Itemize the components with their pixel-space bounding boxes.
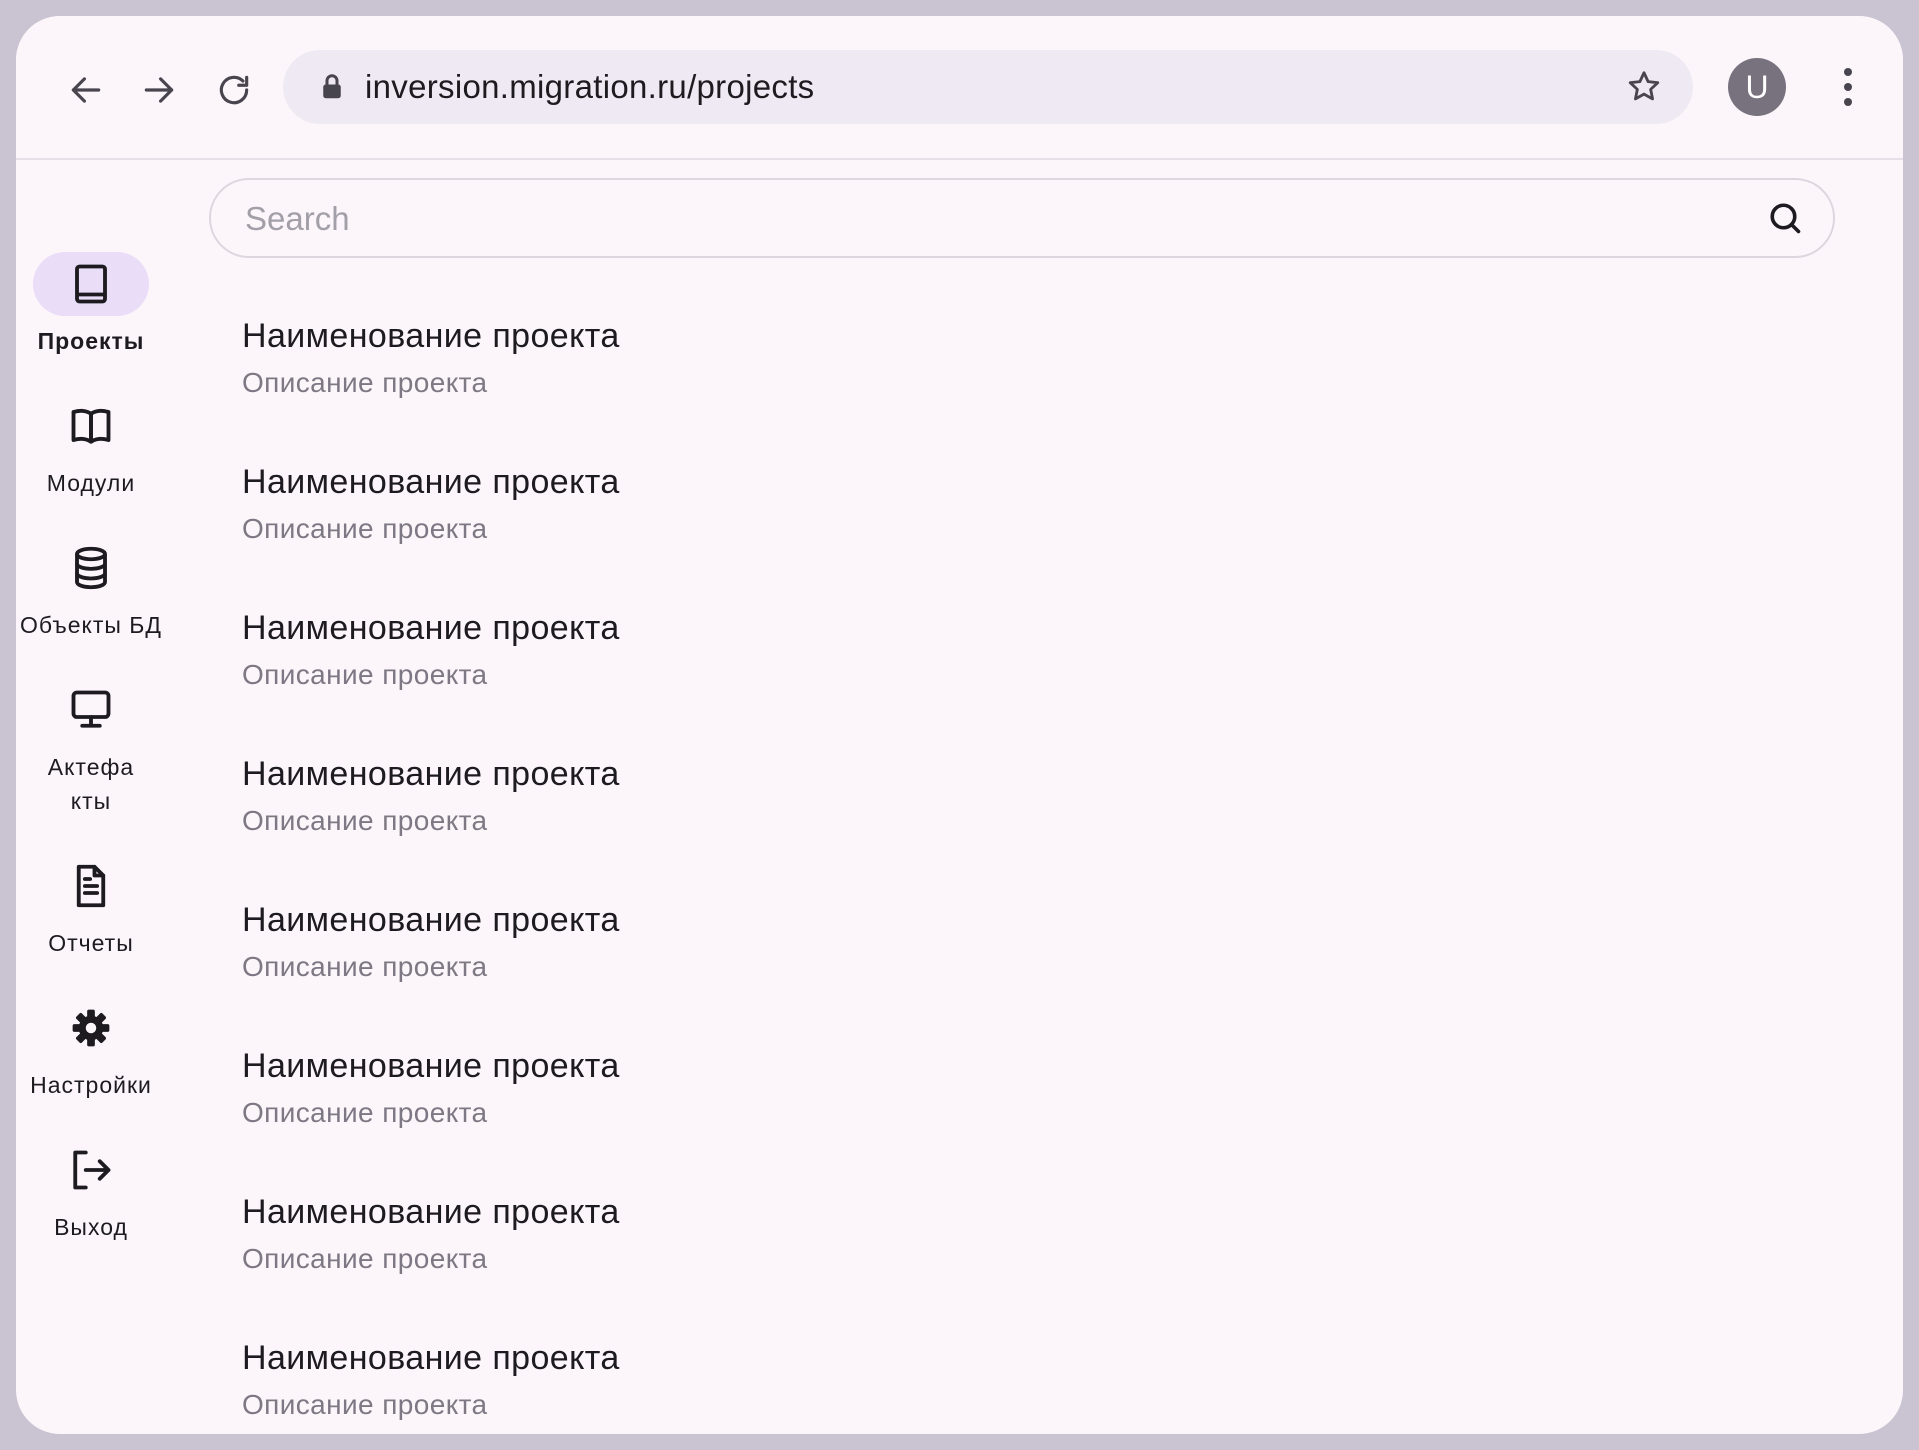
address-bar[interactable]: inversion.migration.ru/projects <box>283 50 1693 124</box>
database-icon <box>75 546 107 590</box>
project-item[interactable]: Наименование проекта Описание проекта <box>242 1192 1842 1338</box>
project-item[interactable]: Наименование проекта Описание проекта <box>242 1338 1842 1434</box>
navigation-rail: Проекты Модули Объекты БД Актефа кты Отч… <box>16 160 176 1434</box>
project-list: Наименование проекта Описание проекта На… <box>242 316 1842 1434</box>
project-description: Описание проекта <box>242 1389 488 1420</box>
nav-label: Актефа кты <box>47 754 135 814</box>
nav-label: Настройки <box>30 1072 152 1098</box>
nav-icon-container <box>33 394 149 458</box>
search-icon[interactable] <box>1767 200 1803 236</box>
reload-icon <box>219 75 249 105</box>
back-button[interactable] <box>58 62 114 118</box>
nav-item-projects[interactable]: Проекты <box>16 252 166 358</box>
browser-window: inversion.migration.ru/projects U Проект… <box>16 16 1903 1434</box>
reload-button[interactable] <box>206 62 262 118</box>
project-title: Наименование проекта <box>242 1193 620 1231</box>
url-text[interactable]: inversion.migration.ru/projects <box>365 50 814 124</box>
lock-icon <box>323 74 341 99</box>
project-description: Описание проекта <box>242 513 488 544</box>
nav-icon-container <box>33 252 149 316</box>
forward-button[interactable] <box>131 62 187 118</box>
logout-icon <box>73 1150 111 1190</box>
more-vertical-icon[interactable] <box>1838 66 1858 108</box>
project-description: Описание проекта <box>242 1097 488 1128</box>
nav-label: Проекты <box>37 328 145 354</box>
search-input[interactable] <box>243 180 1727 258</box>
project-title: Наименование проекта <box>242 901 620 939</box>
monitor-icon <box>71 690 111 728</box>
search-bar <box>209 178 1835 258</box>
nav-item-db-objects[interactable]: Объекты БД <box>16 536 166 642</box>
browser-toolbar: inversion.migration.ru/projects U <box>16 16 1903 160</box>
book-icon <box>75 264 107 304</box>
project-item[interactable]: Наименование проекта Описание проекта <box>242 462 1842 608</box>
nav-icon-container <box>33 536 149 600</box>
gear-icon <box>72 1009 110 1047</box>
project-title: Наименование проекта <box>242 1339 620 1377</box>
project-description: Описание проекта <box>242 367 488 398</box>
open-book-icon <box>71 408 111 444</box>
nav-icon-container <box>33 996 149 1060</box>
nav-label: Отчеты <box>48 930 134 956</box>
document-icon <box>76 864 106 908</box>
project-title: Наименование проекта <box>242 317 620 355</box>
nav-label: Объекты БД <box>20 612 162 638</box>
project-item[interactable]: Наименование проекта Описание проекта <box>242 316 1842 462</box>
project-title: Наименование проекта <box>242 609 620 647</box>
star-icon[interactable] <box>1625 68 1663 106</box>
arrow-left-icon <box>71 77 101 103</box>
nav-icon-container <box>33 678 149 742</box>
project-title: Наименование проекта <box>242 755 620 793</box>
nav-icon-container <box>33 1138 149 1202</box>
avatar[interactable]: U <box>1728 58 1786 116</box>
project-title: Наименование проекта <box>242 463 620 501</box>
project-item[interactable]: Наименование проекта Описание проекта <box>242 608 1842 754</box>
project-description: Описание проекта <box>242 1243 488 1274</box>
project-item[interactable]: Наименование проекта Описание проекта <box>242 900 1842 1046</box>
nav-item-artifacts[interactable]: Актефа кты <box>16 678 166 818</box>
project-item[interactable]: Наименование проекта Описание проекта <box>242 1046 1842 1192</box>
nav-label: Модули <box>46 470 136 496</box>
project-description: Описание проекта <box>242 951 488 982</box>
arrow-right-icon <box>144 77 174 103</box>
project-description: Описание проекта <box>242 805 488 836</box>
nav-item-logout[interactable]: Выход <box>16 1138 166 1244</box>
project-item[interactable]: Наименование проекта Описание проекта <box>242 754 1842 900</box>
nav-item-settings[interactable]: Настройки <box>16 996 166 1102</box>
nav-icon-container <box>33 854 149 918</box>
project-title: Наименование проекта <box>242 1047 620 1085</box>
project-description: Описание проекта <box>242 659 488 690</box>
nav-item-modules[interactable]: Модули <box>16 394 166 500</box>
nav-item-reports[interactable]: Отчеты <box>16 854 166 960</box>
nav-label: Выход <box>54 1214 128 1240</box>
